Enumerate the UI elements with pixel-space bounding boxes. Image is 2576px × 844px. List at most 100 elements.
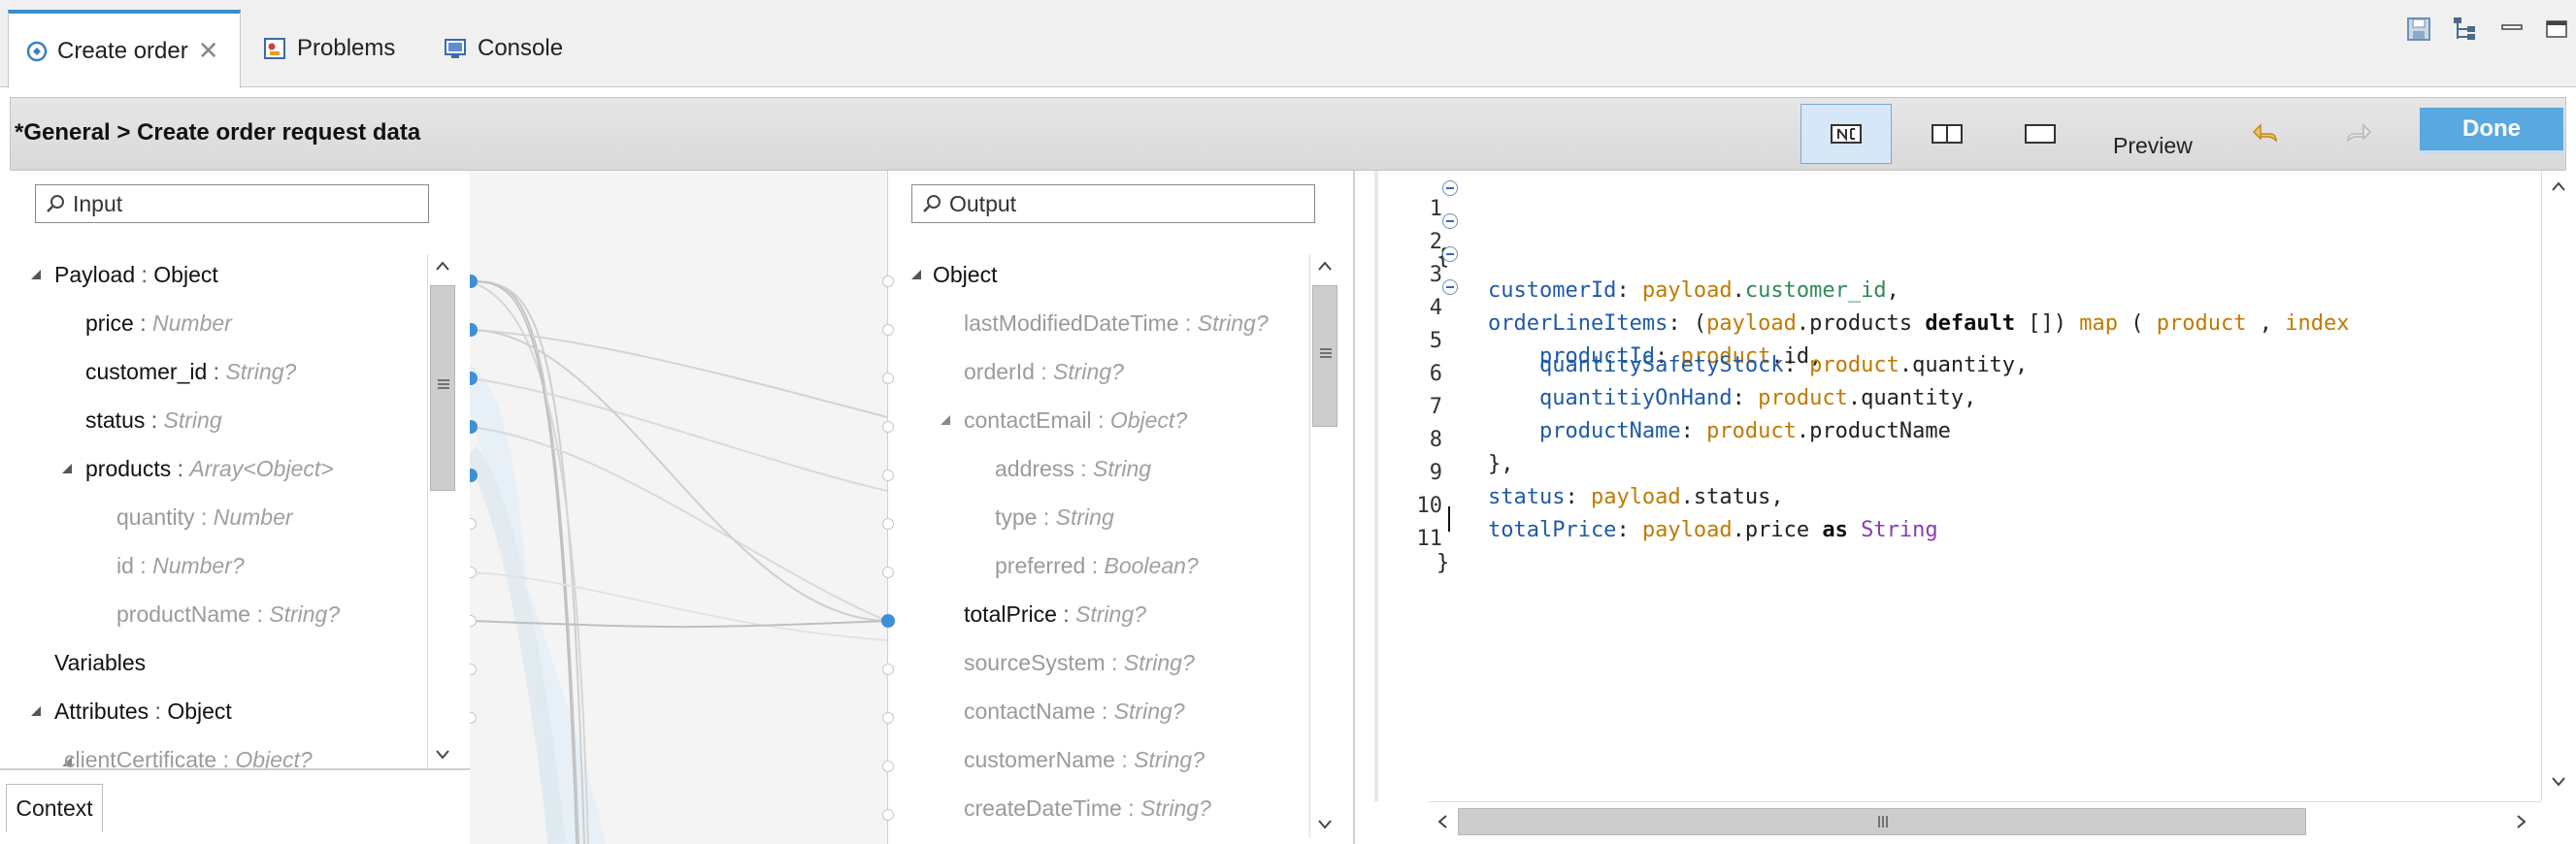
editor-horizontal-scrollbar[interactable] xyxy=(1429,801,2541,840)
minimize-icon[interactable] xyxy=(2496,14,2527,45)
expand-arrow-icon[interactable] xyxy=(939,413,952,427)
tree-item-status[interactable]: status : String xyxy=(85,407,222,434)
undo-arrow-icon[interactable] xyxy=(2251,121,2280,146)
mapping-header: *General > Create order request data Pre… xyxy=(10,97,2566,171)
code-token: .status, xyxy=(1680,485,1784,509)
code-line: 11 } xyxy=(1416,527,1450,575)
scroll-left-icon[interactable] xyxy=(1437,814,1448,829)
expand-arrow-icon[interactable] xyxy=(29,704,43,718)
connector-dot[interactable] xyxy=(882,761,894,772)
tree-icon[interactable] xyxy=(2450,14,2481,45)
tree-item-type[interactable]: type : String xyxy=(995,504,1114,531)
tree-item-create-date-time[interactable]: createDateTime : String? xyxy=(964,795,1211,822)
code-token: customerId xyxy=(1437,278,1617,303)
expand-arrow-icon[interactable] xyxy=(909,268,923,281)
tree-item-last-modified-date-time[interactable]: lastModifiedDateTime : String? xyxy=(964,310,1269,337)
expand-arrow-icon[interactable] xyxy=(60,462,74,475)
tree-item-contact-name[interactable]: contactName : String? xyxy=(964,698,1185,725)
divider xyxy=(0,768,470,770)
source-only-view-button[interactable] xyxy=(1995,104,2086,164)
tree-item-id[interactable]: id : Number? xyxy=(116,553,245,579)
search-icon xyxy=(47,195,64,212)
scroll-down-icon[interactable] xyxy=(435,749,450,761)
tree-item-quantity[interactable]: quantity : Number xyxy=(116,504,293,531)
tree-item-customer-id[interactable]: customer_id : String? xyxy=(85,359,296,385)
connector-dot[interactable] xyxy=(882,712,894,724)
code-line: 8 }, xyxy=(1429,428,1514,476)
scrollbar-thumb[interactable] xyxy=(430,285,455,491)
search-icon xyxy=(923,195,941,212)
tree-item-contact-email[interactable]: contactEmail : Object? xyxy=(964,407,1187,434)
tab-console[interactable]: Console xyxy=(443,10,578,87)
tree-item-object[interactable]: Object xyxy=(933,262,997,288)
collapse-icon[interactable] xyxy=(1442,180,1458,196)
maximize-icon[interactable] xyxy=(2541,14,2572,45)
split-view-icon xyxy=(1932,124,1963,144)
scrollbar-thumb[interactable] xyxy=(1312,285,1338,427)
tree-item-address[interactable]: address : String xyxy=(995,456,1151,482)
tree-item-order-id[interactable]: orderId : String? xyxy=(964,359,1124,385)
expand-arrow-icon[interactable] xyxy=(29,268,43,281)
connector-dot[interactable] xyxy=(882,664,894,675)
tree-item-payload[interactable]: Payload : Object xyxy=(54,262,218,288)
connector-dot[interactable] xyxy=(881,614,895,628)
output-search-box[interactable]: Output xyxy=(911,184,1315,223)
collapse-icon[interactable] xyxy=(1442,246,1458,262)
tree-item-products[interactable]: products : Array<Object> xyxy=(85,456,334,482)
scroll-down-icon[interactable] xyxy=(2551,776,2566,788)
scroll-up-icon[interactable] xyxy=(1317,260,1333,272)
code-token: : xyxy=(1616,518,1642,542)
editor-vertical-scrollbar[interactable] xyxy=(2541,171,2574,801)
connector-dot[interactable] xyxy=(882,324,894,336)
code-token: quantitySafetyStock xyxy=(1437,353,1784,377)
save-icon[interactable] xyxy=(2403,14,2434,45)
connector-dot[interactable] xyxy=(882,421,894,433)
code-token: String xyxy=(1861,518,1938,542)
code-token: .productName xyxy=(1796,419,1951,443)
close-tab-icon[interactable]: ✕ xyxy=(198,36,219,66)
tree-item-variables[interactable]: Variables xyxy=(54,650,146,676)
code-line: 9 status: payload.status, xyxy=(1429,461,1784,509)
collapse-icon[interactable] xyxy=(1442,279,1458,295)
tree-item-price[interactable]: price : Number xyxy=(85,310,232,337)
script-editor[interactable]: 1 { 2 customerId: payload.customer_id, 3… xyxy=(1353,171,2576,844)
tab-label: Create order xyxy=(57,37,188,64)
scroll-right-icon[interactable] xyxy=(2516,814,2527,829)
tree-item-preferred[interactable]: preferred : Boolean? xyxy=(995,553,1199,579)
output-scrollbar[interactable] xyxy=(1309,254,1338,838)
code-token: []) xyxy=(2015,311,2080,336)
tab-context[interactable]: Context xyxy=(6,784,103,832)
connector-dot[interactable] xyxy=(882,373,894,384)
scroll-up-icon[interactable] xyxy=(435,260,450,272)
scroll-up-icon[interactable] xyxy=(2551,180,2566,192)
collapse-icon[interactable] xyxy=(1442,213,1458,229)
code-token: .quantity, xyxy=(1847,386,1977,410)
input-search-box[interactable]: Input xyxy=(35,184,429,223)
connector-dot[interactable] xyxy=(882,567,894,578)
tree-item-source-system[interactable]: sourceSystem : String? xyxy=(964,650,1195,676)
code-token: payload xyxy=(1641,518,1733,542)
tree-item-total-price[interactable]: totalPrice : String? xyxy=(964,601,1146,628)
tree-item-product-name[interactable]: productName : String? xyxy=(116,601,340,628)
graphical-source-view-icon xyxy=(1831,124,1862,144)
code-token: customer_id xyxy=(1744,278,1887,303)
connector-dot[interactable] xyxy=(882,276,894,287)
scrollbar-thumb[interactable] xyxy=(1458,808,2306,835)
scroll-down-icon[interactable] xyxy=(1317,819,1333,830)
tree-item-customer-name[interactable]: customerName : String? xyxy=(964,747,1205,773)
tab-create-order[interactable]: Create order ✕ xyxy=(8,10,241,88)
done-button[interactable]: Done xyxy=(2420,108,2563,154)
connector-dot[interactable] xyxy=(882,470,894,481)
console-icon xyxy=(445,39,466,58)
preview-button[interactable]: Preview xyxy=(2113,133,2193,159)
redo-arrow-icon[interactable] xyxy=(2344,121,2373,146)
split-view-button[interactable] xyxy=(1901,104,1993,164)
input-scrollbar[interactable] xyxy=(427,254,456,768)
mapping-connection-area xyxy=(470,171,887,844)
tree-item-client-certificate[interactable]: clientCertificate : Object? xyxy=(64,747,313,768)
connector-dot[interactable] xyxy=(882,518,894,530)
graphical-view-button[interactable] xyxy=(1800,104,1892,164)
connector-dot[interactable] xyxy=(882,809,894,821)
tree-item-attributes[interactable]: Attributes : Object xyxy=(54,698,232,725)
tab-problems[interactable]: Problems xyxy=(262,10,408,87)
